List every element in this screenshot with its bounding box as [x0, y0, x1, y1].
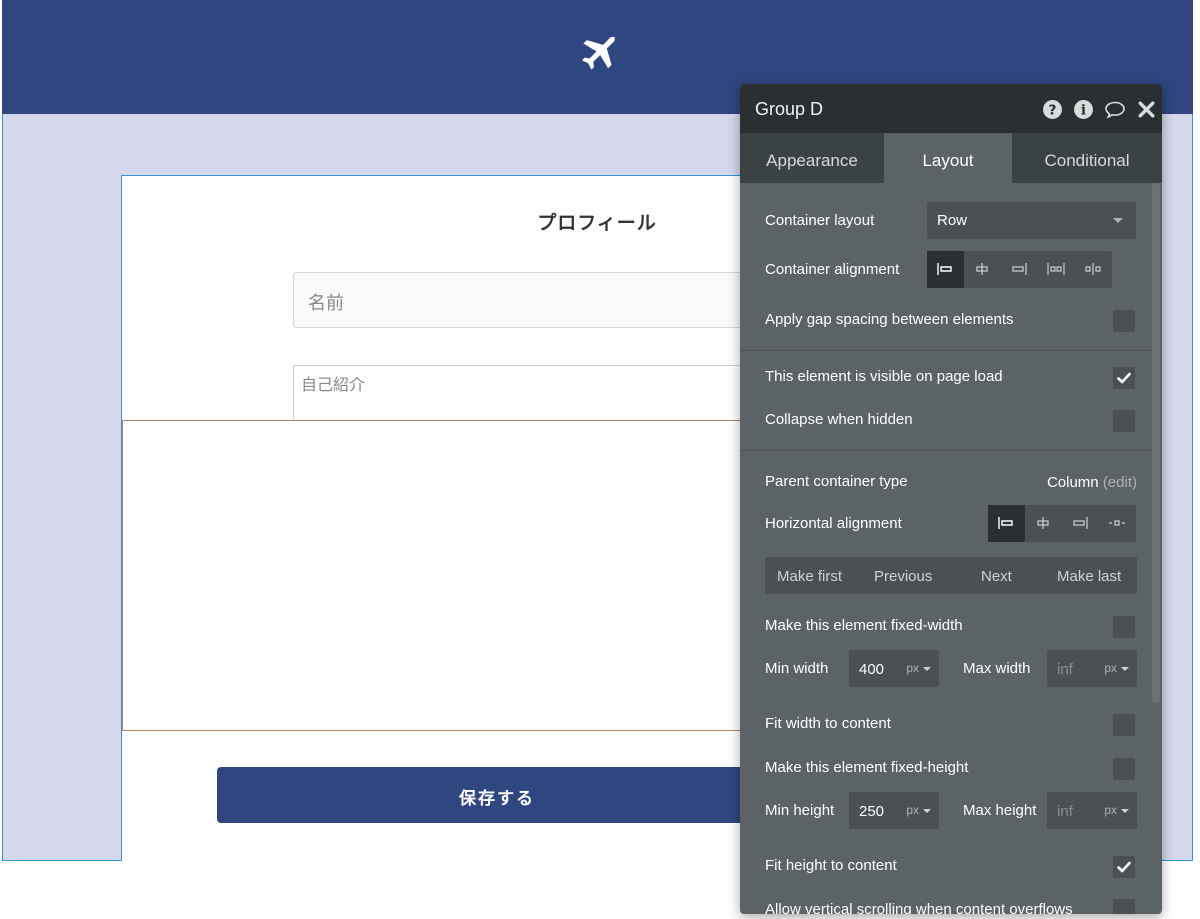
max-height-label: Max height	[963, 802, 1037, 819]
align-center-button[interactable]	[964, 251, 1001, 288]
space-around-icon	[1085, 263, 1101, 275]
chevron-down-icon	[1113, 218, 1123, 223]
comment-icon[interactable]	[1103, 99, 1127, 120]
space-between-icon	[1047, 263, 1065, 275]
bio-input[interactable]: 自己紹介	[293, 365, 763, 421]
align-center-icon	[976, 263, 988, 275]
fit-width-checkbox[interactable]	[1113, 714, 1135, 736]
fit-width-label: Fit width to content	[765, 715, 891, 732]
chevron-down-icon	[1121, 667, 1129, 671]
close-icon[interactable]	[1136, 99, 1157, 120]
make-last-button[interactable]: Make last	[1057, 568, 1121, 585]
collapse-hidden-label: Collapse when hidden	[765, 411, 913, 428]
panel-scrollbar[interactable]	[1152, 183, 1160, 703]
panel-tabs: Appearance Layout Conditional	[740, 133, 1162, 183]
parent-container-type-value: Column (edit)	[1047, 474, 1137, 491]
fit-height-label: Fit height to content	[765, 857, 897, 874]
gap-spacing-label: Apply gap spacing between elements	[765, 311, 1014, 328]
min-width-unit[interactable]: px	[906, 661, 919, 675]
stretch-icon	[1109, 520, 1125, 526]
parent-type-value: Column	[1046, 474, 1099, 491]
svg-text:i: i	[1081, 103, 1086, 119]
tab-layout[interactable]: Layout	[884, 133, 1012, 183]
max-width-unit[interactable]: px	[1104, 661, 1117, 675]
container-layout-label: Container layout	[765, 212, 875, 229]
gap-spacing-checkbox[interactable]	[1113, 310, 1135, 332]
info-icon[interactable]: i	[1073, 99, 1094, 120]
panel-header[interactable]: Group D ? i	[740, 84, 1162, 133]
max-height-field[interactable]: inf px	[1047, 792, 1137, 829]
collapse-hidden-checkbox[interactable]	[1113, 410, 1135, 432]
min-width-field[interactable]: 400 px	[849, 650, 939, 687]
panel-title: Group D	[755, 99, 824, 119]
min-height-value: 250	[859, 803, 885, 820]
container-layout-dropdown[interactable]: Row	[927, 202, 1136, 239]
container-alignment-control	[927, 251, 1112, 288]
property-editor: Group D ? i Appearance Layout Conditiona…	[740, 84, 1162, 914]
tab-conditional[interactable]: Conditional	[1012, 133, 1162, 183]
container-layout-value: Row	[937, 212, 968, 229]
h-align-stretch-button[interactable]	[1099, 505, 1136, 542]
h-align-left-button[interactable]	[988, 505, 1025, 542]
h-align-center-button[interactable]	[1025, 505, 1062, 542]
min-width-value: 400	[859, 661, 885, 678]
checkmark-icon	[1117, 861, 1131, 873]
divider	[740, 450, 1152, 451]
next-button[interactable]: Next	[981, 568, 1012, 585]
divider	[740, 350, 1152, 351]
make-first-button[interactable]: Make first	[777, 568, 842, 585]
visible-on-load-label: This element is visible on page load	[765, 368, 1003, 385]
canvas: プロフィール 名前 自己紹介 保存する Group D ? i Appearan…	[0, 0, 1200, 919]
align-space-around-button[interactable]	[1075, 251, 1112, 288]
fit-height-checkbox[interactable]	[1113, 856, 1135, 878]
chevron-down-icon	[1121, 809, 1129, 813]
fixed-height-label: Make this element fixed-height	[765, 759, 969, 776]
max-width-value: inf	[1057, 661, 1073, 678]
max-height-unit[interactable]: px	[1104, 803, 1117, 817]
parent-container-type-label: Parent container type	[765, 473, 908, 490]
align-right-button[interactable]	[1001, 251, 1038, 288]
vertical-scroll-checkbox[interactable]	[1113, 899, 1135, 914]
vertical-scroll-label: Allow vertical scrolling when content ov…	[765, 901, 1073, 914]
min-height-unit[interactable]: px	[906, 803, 919, 817]
visible-on-load-checkbox[interactable]	[1113, 367, 1135, 389]
fixed-width-checkbox[interactable]	[1113, 616, 1135, 638]
min-height-field[interactable]: 250 px	[849, 792, 939, 829]
max-height-value: inf	[1057, 803, 1073, 820]
save-button[interactable]: 保存する	[217, 767, 777, 823]
min-height-label: Min height	[765, 802, 835, 819]
container-alignment-label: Container alignment	[765, 261, 900, 278]
max-width-field[interactable]: inf px	[1047, 650, 1137, 687]
align-left-button[interactable]	[927, 251, 964, 288]
group-d-selected[interactable]	[122, 420, 762, 731]
align-center-icon	[1037, 517, 1049, 529]
min-width-label: Min width	[765, 660, 829, 677]
parent-type-edit-link[interactable]: (edit)	[1103, 474, 1137, 491]
svg-text:?: ?	[1049, 103, 1057, 119]
chevron-down-icon	[923, 809, 931, 813]
align-space-between-button[interactable]	[1038, 251, 1075, 288]
chevron-down-icon	[923, 667, 931, 671]
fixed-width-label: Make this element fixed-width	[765, 617, 963, 634]
horizontal-alignment-control	[988, 505, 1136, 542]
tab-appearance[interactable]: Appearance	[740, 133, 884, 183]
h-align-right-button[interactable]	[1062, 505, 1099, 542]
align-left-icon	[998, 517, 1013, 529]
align-right-icon	[1073, 517, 1088, 529]
fixed-height-checkbox[interactable]	[1113, 758, 1135, 780]
checkmark-icon	[1117, 372, 1131, 384]
horizontal-alignment-label: Horizontal alignment	[765, 515, 902, 532]
airplane-icon	[582, 36, 616, 70]
name-input[interactable]: 名前	[293, 272, 763, 328]
previous-button[interactable]: Previous	[874, 568, 932, 585]
max-width-label: Max width	[963, 660, 1031, 677]
help-icon[interactable]: ?	[1042, 99, 1063, 120]
element-order-bar: Make first Previous Next Make last	[765, 557, 1137, 594]
align-left-icon	[937, 263, 952, 275]
align-right-icon	[1012, 263, 1027, 275]
